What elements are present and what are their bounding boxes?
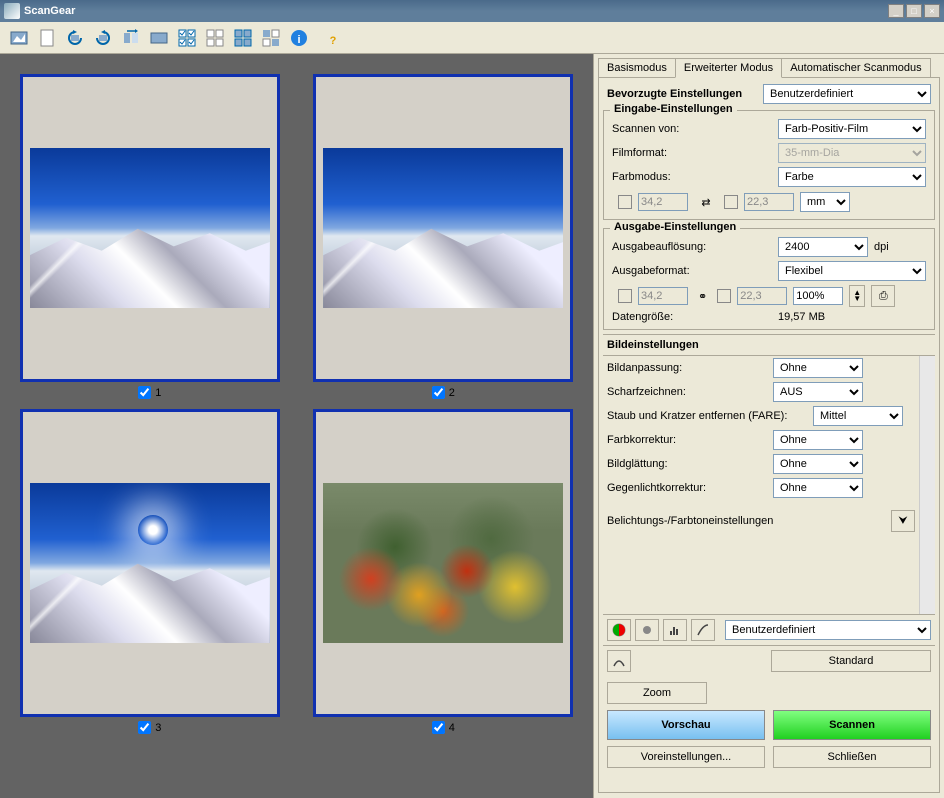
close-button[interactable]: × (924, 4, 940, 18)
out-width-icon (618, 289, 632, 303)
smooth-select[interactable]: Ohne (773, 454, 863, 474)
fare-select[interactable]: Mittel (813, 406, 903, 426)
saturation-icon[interactable] (607, 619, 631, 641)
zoom-button[interactable]: Zoom (607, 682, 707, 704)
adjust-label: Bildanpassung: (607, 362, 767, 374)
source-label: Scannen von: (612, 123, 772, 135)
minimize-button[interactable]: _ (888, 4, 904, 18)
res-unit: dpi (874, 241, 889, 253)
preview-button[interactable]: Vorschau (607, 710, 765, 740)
app-icon (4, 3, 20, 19)
thumb-num-4: 4 (449, 722, 455, 734)
print-icon[interactable]: ⎙ (871, 285, 895, 307)
brightness-icon[interactable] (635, 619, 659, 641)
output-section-title: Ausgabe-Einstellungen (610, 221, 740, 233)
output-width (638, 287, 688, 305)
exposure-label: Belichtungs-/Farbtoneinstellungen (607, 515, 885, 527)
source-select[interactable]: Farb-Positiv-Film (778, 119, 926, 139)
toolbar-thumb-view-icon[interactable] (6, 25, 32, 51)
input-width (638, 193, 688, 211)
toolbar-crop-icon[interactable] (146, 25, 172, 51)
input-section-title: Eingabe-Einstellungen (610, 103, 737, 115)
output-scale[interactable] (793, 287, 843, 305)
thumb-num-2: 2 (449, 387, 455, 399)
input-height (744, 193, 794, 211)
toolbar-help-icon[interactable]: ? (320, 25, 346, 51)
out-height-icon (717, 289, 731, 303)
thumb-check-3[interactable] (138, 721, 151, 734)
toolbar-rotate-right-icon[interactable] (90, 25, 116, 51)
film-label: Filmformat: (612, 147, 772, 159)
thumb-num-1: 1 (155, 387, 161, 399)
image-settings-title: Bildeinstellungen (603, 334, 935, 356)
output-height (737, 287, 787, 305)
fmt-select[interactable]: Flexibel (778, 261, 926, 281)
toolbar-rotate-left-icon[interactable] (62, 25, 88, 51)
svg-text:?: ? (330, 35, 337, 47)
film-select: 35-mm-Dia (778, 143, 926, 163)
exposure-expand-icon[interactable]: ⮟ (891, 510, 915, 532)
backlight-select[interactable]: Ohne (773, 478, 863, 498)
colorcorr-select[interactable]: Ohne (773, 430, 863, 450)
lock-aspect-icon[interactable]: ⇄ (694, 191, 718, 213)
sharpen-select[interactable]: AUS (773, 382, 863, 402)
toolbar: i ? (0, 22, 944, 54)
thumbnail-1[interactable] (20, 74, 280, 382)
res-select[interactable]: 2400 (778, 237, 868, 257)
thumbnail-4[interactable] (313, 409, 573, 717)
prefs-label: Bevorzugte Einstellungen (607, 88, 757, 100)
size-value: 19,57 MB (778, 311, 825, 323)
res-label: Ausgabeauflösung: (612, 241, 772, 253)
colormode-select[interactable]: Farbe (778, 167, 926, 187)
colorcorr-label: Farbkorrektur: (607, 434, 767, 446)
preview-area: 1 2 3 4 (0, 54, 593, 798)
default-button[interactable]: Standard (771, 650, 931, 672)
thumbnail-2[interactable] (313, 74, 573, 382)
titlebar: ScanGear _ □ × (0, 0, 944, 22)
backlight-label: Gegenlichtkorrektur: (607, 482, 767, 494)
width-icon (618, 195, 632, 209)
toolbar-uncheckall-icon[interactable] (202, 25, 228, 51)
toolbar-selectall-icon[interactable] (230, 25, 256, 51)
final-review-icon[interactable] (607, 650, 631, 672)
thumbnail-3[interactable] (20, 409, 280, 717)
scan-button[interactable]: Scannen (773, 710, 931, 740)
unit-select[interactable]: mm (800, 192, 850, 212)
svg-text:i: i (297, 34, 300, 46)
fare-label: Staub und Kratzer entfernen (FARE): (607, 410, 807, 422)
scrollbar[interactable] (919, 356, 935, 614)
close-dialog-button[interactable]: Schließen (773, 746, 931, 768)
toolbar-info-icon[interactable]: i (286, 25, 312, 51)
window-title: ScanGear (24, 5, 888, 17)
colormode-label: Farbmodus: (612, 171, 772, 183)
tab-auto[interactable]: Automatischer Scanmodus (781, 58, 930, 78)
adjust-select[interactable]: Ohne (773, 358, 863, 378)
smooth-label: Bildglättung: (607, 458, 767, 470)
thumb-num-3: 3 (155, 722, 161, 734)
toolbar-flip-icon[interactable] (118, 25, 144, 51)
toolbar-page-icon[interactable] (34, 25, 60, 51)
thumb-check-1[interactable] (138, 386, 151, 399)
sharpen-label: Scharfzeichnen: (607, 386, 767, 398)
maximize-button[interactable]: □ (906, 4, 922, 18)
tab-basic[interactable]: Basismodus (598, 58, 676, 78)
prefs-select[interactable]: Benutzerdefiniert (763, 84, 931, 104)
tab-advanced[interactable]: Erweiterter Modus (675, 58, 782, 78)
toolbar-invert-icon[interactable] (258, 25, 284, 51)
thumb-check-2[interactable] (432, 386, 445, 399)
scale-stepper-icon[interactable]: ▲▼ (849, 285, 865, 307)
thumb-check-4[interactable] (432, 721, 445, 734)
toolbar-checkall-icon[interactable] (174, 25, 200, 51)
link-icon[interactable]: ⚭ (694, 290, 711, 303)
curve-preset-select[interactable]: Benutzerdefiniert (725, 620, 931, 640)
histogram-icon[interactable] (663, 619, 687, 641)
size-label: Datengröße: (612, 311, 772, 323)
fmt-label: Ausgabeformat: (612, 265, 772, 277)
preferences-button[interactable]: Voreinstellungen... (607, 746, 765, 768)
height-icon (724, 195, 738, 209)
curve-icon[interactable] (691, 619, 715, 641)
